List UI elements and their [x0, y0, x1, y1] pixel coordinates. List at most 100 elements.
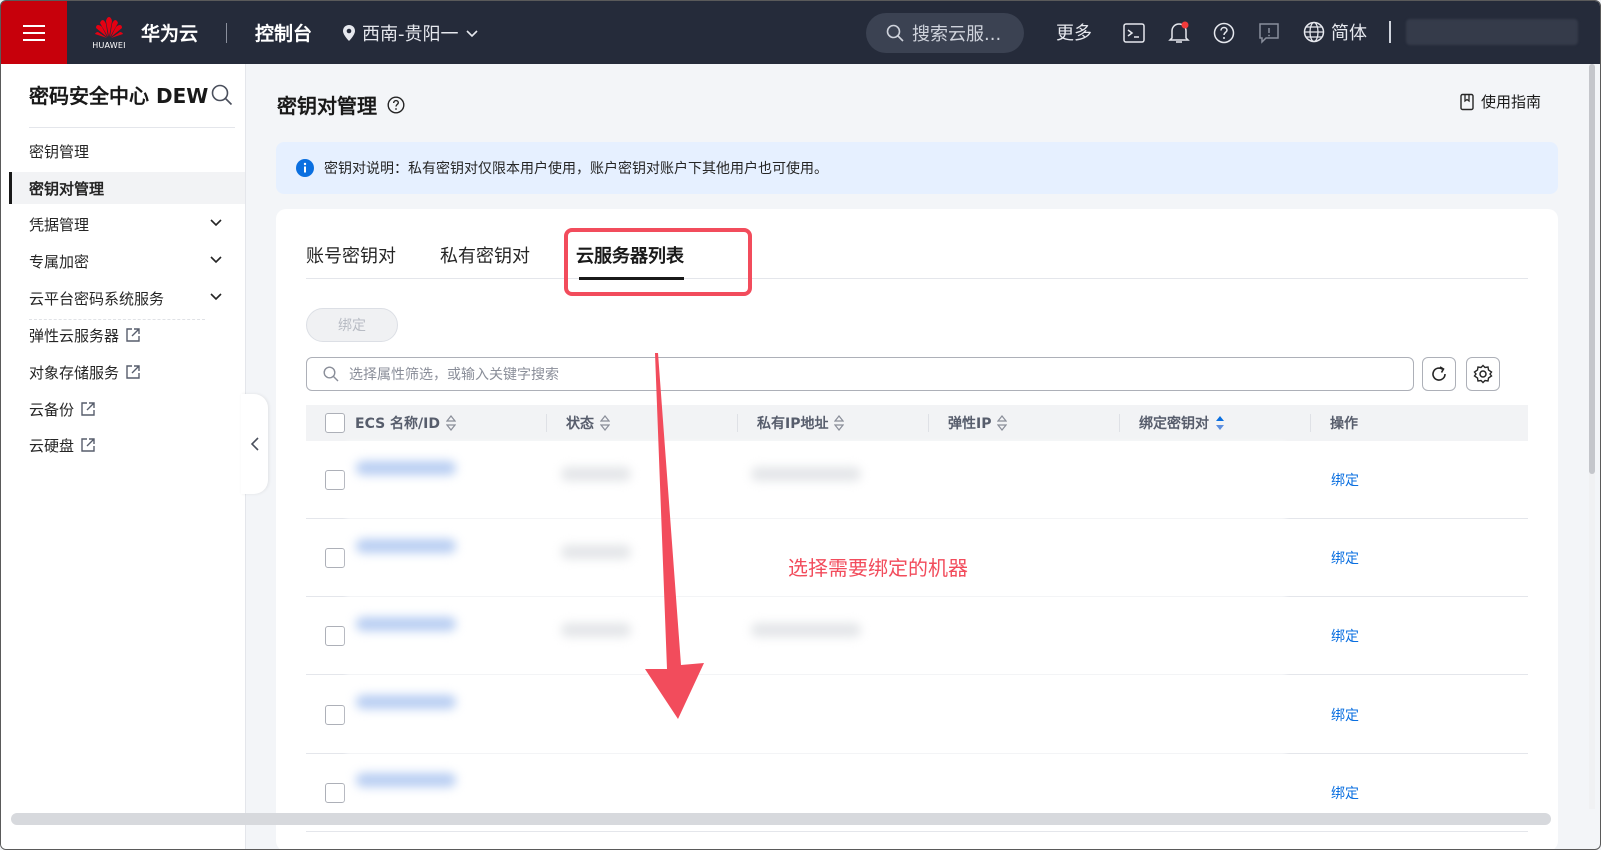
sidebar-item-label: 专属加密: [29, 252, 90, 271]
settings-button[interactable]: [1466, 357, 1500, 391]
sidebar-item-dedicated-encryption[interactable]: 专属加密: [9, 245, 245, 277]
sidebar-search-icon[interactable]: [211, 84, 233, 110]
row-checkbox[interactable]: [325, 470, 345, 490]
redacted-server-name: [356, 695, 456, 709]
language-selector[interactable]: 简体: [1303, 19, 1367, 45]
horizontal-scrollbar[interactable]: [11, 813, 1551, 825]
sidebar-item-label: 云硬盘: [29, 436, 75, 455]
divider: [1389, 21, 1391, 43]
column-separator: [928, 414, 929, 432]
redacted-status: [561, 623, 631, 637]
vertical-scrollbar[interactable]: [1589, 64, 1595, 809]
sidebar-item-ecs[interactable]: 弹性云服务器: [9, 319, 245, 351]
page-title-text: 密钥对管理: [277, 94, 377, 118]
refresh-icon: [1432, 366, 1446, 381]
sort-active-icon: [1216, 416, 1224, 430]
sidebar-item-cloud-crypto-service[interactable]: 云平台密码系统服务: [9, 282, 245, 314]
cloud-shell-icon[interactable]: [1122, 21, 1146, 45]
row-checkbox[interactable]: [325, 783, 345, 803]
sidebar-item-keypair-management[interactable]: 密钥对管理: [9, 172, 245, 204]
redacted-server-name: [356, 461, 456, 475]
annotation-highlight-box: [564, 228, 752, 296]
select-all-checkbox[interactable]: [325, 413, 345, 433]
left-sidebar: 密码安全中心 DEW 密钥管理 密钥对管理 凭据管理 专属加密 云平台密码系统服…: [1, 64, 246, 849]
column-separator: [737, 414, 738, 432]
bind-action-link[interactable]: 绑定: [1331, 705, 1359, 725]
external-link-icon: [80, 401, 96, 417]
column-separator: [546, 414, 547, 432]
brand-name[interactable]: 华为云: [141, 19, 198, 46]
sort-icon: [997, 415, 1008, 431]
row-checkbox[interactable]: [325, 626, 345, 646]
feedback-icon[interactable]: [1257, 21, 1281, 45]
redacted-status: [561, 545, 631, 559]
user-guide-link[interactable]: 使用指南: [1459, 91, 1541, 112]
refresh-button[interactable]: [1422, 357, 1456, 391]
language-label: 简体: [1331, 23, 1367, 44]
search-icon: [323, 366, 339, 382]
bind-action-link[interactable]: 绑定: [1331, 548, 1359, 568]
sidebar-item-obs[interactable]: 对象存储服务: [9, 356, 245, 388]
column-private-ip[interactable]: 私有IP地址: [757, 405, 845, 441]
sidebar-item-label: 密钥对管理: [29, 179, 105, 198]
redacted-server-name: [356, 617, 456, 631]
account-name-redacted[interactable]: [1406, 19, 1578, 45]
filter-search-input[interactable]: 选择属性筛选，或输入关键字搜索: [306, 357, 1414, 391]
divider: [29, 127, 235, 128]
tab-account-keypair[interactable]: 账号密钥对: [306, 242, 396, 268]
external-link-icon: [125, 364, 141, 380]
region-selector[interactable]: 西南-贵阳一: [342, 20, 479, 46]
chevron-down-icon: [210, 256, 222, 264]
row-checkbox[interactable]: [325, 705, 345, 725]
search-icon: [886, 24, 904, 42]
globe-icon: [1303, 21, 1325, 43]
service-title: 密码安全中心 DEW: [29, 84, 209, 108]
hamburger-menu-button[interactable]: [1, 1, 67, 64]
divider: [226, 22, 228, 43]
sidebar-item-cbr[interactable]: 云备份: [9, 393, 245, 425]
redacted-server-name: [356, 773, 456, 787]
column-label: 弹性IP: [948, 416, 992, 432]
sidebar-item-label: 对象存储服务: [29, 363, 120, 382]
sidebar-item-label: 弹性云服务器: [29, 326, 120, 345]
annotation-arrow-icon: [645, 353, 704, 719]
huawei-logo[interactable]: HUAWEI: [91, 13, 127, 53]
redacted-ip: [751, 467, 861, 481]
page-title: 密钥对管理: [277, 90, 405, 119]
logo-text: HUAWEI: [92, 41, 126, 50]
chevron-down-icon: [210, 293, 222, 301]
sidebar-item-key-management[interactable]: 密钥管理: [9, 135, 245, 167]
sidebar-item-label: 云备份: [29, 400, 75, 419]
bind-button[interactable]: 绑定: [306, 308, 398, 342]
bind-action-link[interactable]: 绑定: [1331, 783, 1359, 803]
help-icon[interactable]: [1212, 21, 1236, 45]
sidebar-item-credential-management[interactable]: 凭据管理: [9, 208, 245, 240]
help-icon[interactable]: [387, 95, 405, 114]
sidebar-item-label: 密钥管理: [29, 142, 90, 161]
browser-window: HUAWEI 华为云 控制台 西南-贵阳一 搜索云服... 更多 简体 密码安全…: [0, 0, 1601, 850]
column-ecs-name[interactable]: ECS 名称/ID: [355, 405, 456, 441]
tab-private-keypair[interactable]: 私有密钥对: [440, 242, 530, 268]
tab-bar: 账号密钥对 私有密钥对 云服务器列表: [306, 209, 1528, 279]
table-header: ECS 名称/ID 状态 私有IP地址 弹性IP 绑定密钥对 操作: [306, 405, 1528, 441]
chevron-down-icon: [210, 219, 222, 227]
column-label: 操作: [1330, 416, 1358, 432]
info-icon: [296, 159, 314, 177]
sort-icon: [834, 415, 845, 431]
row-checkbox[interactable]: [325, 548, 345, 568]
bind-action-link[interactable]: 绑定: [1331, 626, 1359, 646]
region-label: 西南-贵阳一: [362, 23, 459, 45]
sidebar-item-evs[interactable]: 云硬盘: [9, 429, 245, 461]
global-search-input[interactable]: 搜索云服...: [866, 13, 1024, 53]
column-bound-keypair[interactable]: 绑定密钥对: [1139, 405, 1225, 441]
top-navigation-bar: HUAWEI 华为云 控制台 西南-贵阳一 搜索云服... 更多 简体: [1, 1, 1600, 64]
sidebar-item-label: 云平台密码系统服务: [29, 289, 165, 308]
more-menu[interactable]: 更多: [1056, 19, 1092, 45]
console-link[interactable]: 控制台: [255, 19, 312, 46]
location-pin-icon: [343, 24, 356, 41]
column-status[interactable]: 状态: [566, 405, 610, 441]
column-eip[interactable]: 弹性IP: [948, 405, 1008, 441]
gear-icon: [1473, 364, 1493, 384]
notification-bell-icon[interactable]: [1167, 21, 1191, 45]
bind-action-link[interactable]: 绑定: [1331, 470, 1359, 490]
